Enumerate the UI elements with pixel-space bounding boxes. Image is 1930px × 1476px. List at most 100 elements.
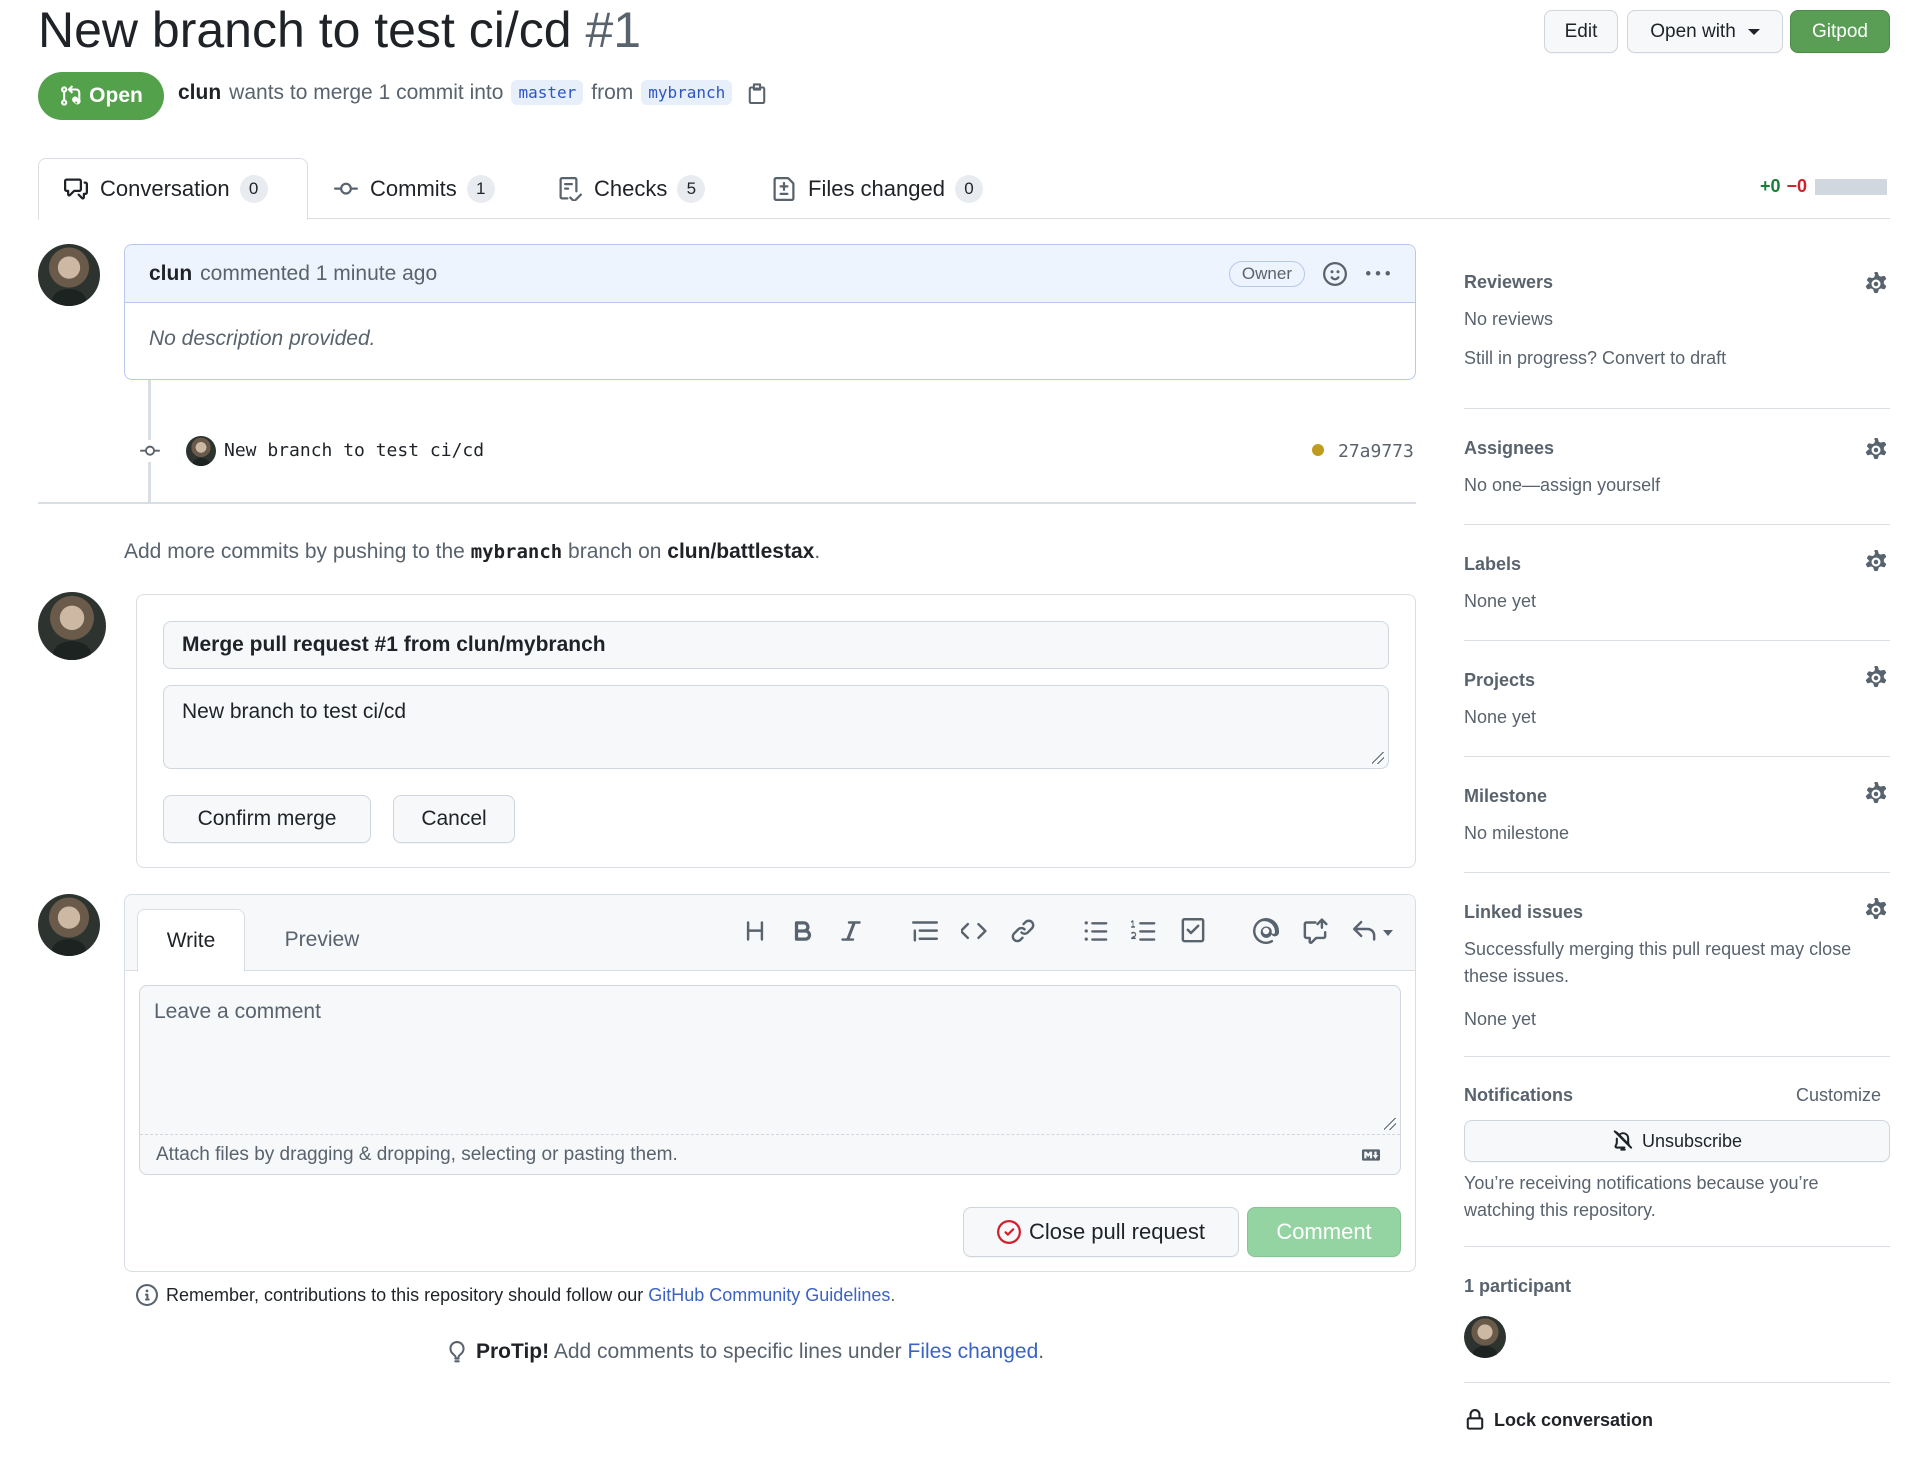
community-guidelines-link[interactable]: GitHub Community Guidelines [648,1285,890,1305]
comment-textarea[interactable]: Leave a comment Attach files by dragging… [139,985,1401,1175]
open-with-button[interactable]: Open with [1627,10,1783,53]
caret-down-icon [1747,28,1760,35]
edit-button[interactable]: Edit [1544,10,1618,53]
avatar[interactable] [38,592,106,660]
confirm-merge-button[interactable]: Confirm merge [163,795,371,843]
code-icon[interactable] [961,918,987,944]
write-tab[interactable]: Write [137,909,245,972]
merge-text: wants to merge 1 commit into [229,80,504,104]
tab-checks[interactable]: Checks 5 [558,158,706,220]
gear-icon[interactable] [1864,550,1888,574]
participant-avatar[interactable] [1464,1316,1506,1358]
tab-conversation[interactable]: Conversation 0 [64,158,268,220]
comment-action: commented 1 minute ago [200,261,438,285]
merge-title-input[interactable]: Merge pull request #1 from clun/mybranch [163,621,1389,669]
labels-heading[interactable]: Labels [1464,554,1521,575]
commit-status-dot[interactable] [1312,444,1324,456]
author-link[interactable]: clun [178,81,221,105]
preview-tab-label: Preview [284,928,360,951]
gear-icon[interactable] [1864,898,1888,922]
gear-icon[interactable] [1864,782,1888,806]
reviewers-heading[interactable]: Reviewers [1464,272,1553,293]
light-bulb-icon [449,1341,465,1363]
tasklist-icon[interactable] [1180,918,1206,944]
convert-to-draft-link[interactable]: Still in progress? Convert to draft [1464,345,1726,372]
reviewers-value: No reviews [1464,309,1554,329]
merge-body-textarea[interactable]: New branch to test ci/cd [163,685,1389,769]
lock-conversation-link[interactable]: Lock conversation [1464,1408,1653,1432]
sidebar-divider [1464,756,1890,757]
tab-label: Commits [370,176,457,201]
push-hint-middle: branch on [568,540,662,563]
push-hint-repo[interactable]: clun/battlestax [667,540,814,563]
gitpod-label: Gitpod [1812,20,1868,42]
attach-bar[interactable]: Attach files by dragging & dropping, sel… [140,1134,1400,1174]
base-branch[interactable]: master [511,80,584,105]
labels-value: None yet [1464,591,1537,611]
close-pr-label: Close pull request [1028,1219,1206,1244]
mention-icon[interactable] [1253,918,1279,944]
tab-counter: 1 [466,175,495,203]
merge-summary: clun wants to merge 1 commit into master… [178,80,768,105]
unordered-list-icon[interactable] [1083,918,1109,944]
italic-icon[interactable] [838,918,864,944]
merge-body-text: New branch to test ci/cd [182,700,407,723]
projects-heading[interactable]: Projects [1464,670,1535,691]
comment-button-label: Comment [1276,1219,1372,1244]
cancel-button[interactable]: Cancel [393,795,515,843]
close-pull-request-button[interactable]: Close pull request [963,1207,1239,1257]
diffstat-bar [1815,178,1888,195]
resize-handle-icon[interactable] [1384,1118,1396,1130]
tab-commits[interactable]: Commits 1 [334,158,495,220]
avatar[interactable] [38,894,100,956]
commit-avatar[interactable] [186,436,216,466]
commit-sha[interactable]: 27a9773 [1338,441,1414,462]
files-changed-link[interactable]: Files changed [908,1340,1039,1363]
bold-icon[interactable] [790,918,816,944]
linked-issues-value: None yet [1464,1009,1537,1029]
gear-icon[interactable] [1864,666,1888,690]
cross-reference-icon[interactable] [1302,918,1328,944]
smiley-icon[interactable] [1323,261,1347,286]
pr-title: New branch to test ci/cd [38,2,572,58]
markdown-icon [1362,1148,1380,1161]
copy-icon[interactable] [746,82,768,104]
reply-icon[interactable] [1351,918,1377,944]
protip-label: ProTip! [476,1340,550,1363]
deletions-count: −0 [1786,176,1808,196]
tab-label: Conversation [100,176,230,201]
assignees-value[interactable]: No one—assign yourself [1464,472,1660,499]
preview-tab[interactable]: Preview [257,909,387,971]
guidelines-prefix: Remember, contributions to this reposito… [166,1284,644,1305]
push-hint-suffix: . [814,540,821,563]
tab-counter: 0 [239,175,268,203]
heading-icon[interactable] [742,918,768,944]
gear-icon[interactable] [1864,438,1888,462]
gitpod-button[interactable]: Gitpod [1790,10,1890,53]
unsubscribe-button[interactable]: Unsubscribe [1464,1120,1890,1162]
resize-handle-icon[interactable] [1372,752,1384,764]
head-branch[interactable]: mybranch [641,80,733,105]
linked-issues-heading[interactable]: Linked issues [1464,902,1583,923]
comment-button[interactable]: Comment [1247,1207,1401,1257]
customize-link[interactable]: Customize [1796,1085,1881,1106]
kebab-horizontal-icon[interactable] [1365,262,1391,286]
quote-icon[interactable] [912,918,938,944]
unsubscribe-label: Unsubscribe [1641,1130,1743,1151]
sidebar-divider [1464,408,1890,409]
commit-message[interactable]: New branch to test ci/cd [224,440,484,461]
sidebar-divider [1464,1056,1890,1057]
ordered-list-icon[interactable] [1131,918,1157,944]
reply-caret-icon[interactable] [1383,930,1393,936]
sidebar-divider [1464,524,1890,525]
milestone-heading[interactable]: Milestone [1464,786,1547,807]
push-hint-branch: mybranch [470,541,563,563]
comment-author[interactable]: clun [149,262,192,286]
notification-reason: You’re receiving notifications because y… [1464,1173,1819,1220]
link-icon[interactable] [1010,918,1036,944]
comment-editor: Write Preview Leave a comment Attach fil… [124,894,1416,1272]
avatar[interactable] [38,244,100,306]
assignees-heading[interactable]: Assignees [1464,438,1554,459]
gear-icon[interactable] [1864,272,1888,296]
tab-files-changed[interactable]: Files changed 0 [772,158,983,220]
